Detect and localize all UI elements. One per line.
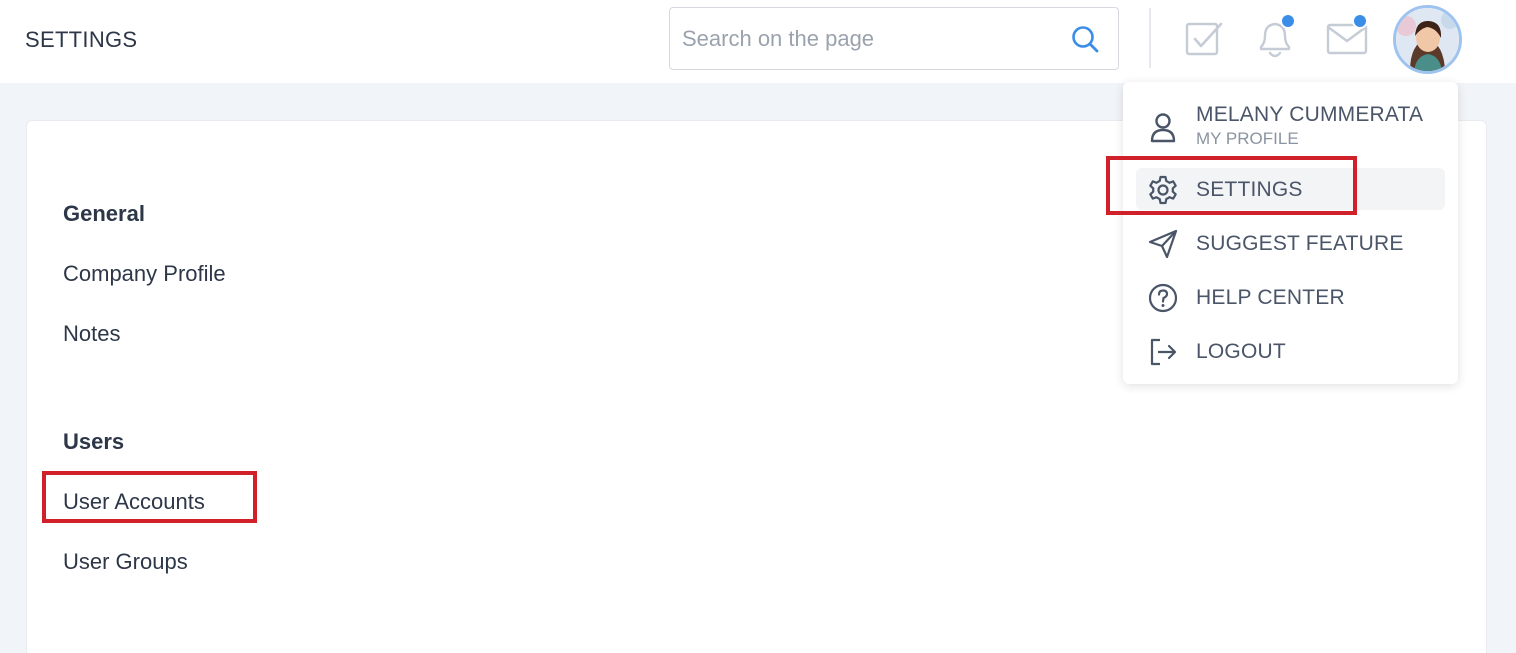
header-divider — [1149, 8, 1151, 68]
bell-notification-dot — [1280, 13, 1296, 29]
send-icon — [1148, 229, 1178, 259]
section-title-users: Users — [63, 429, 125, 454]
profile-menu-item-help-center[interactable]: HELP CENTER — [1123, 276, 1458, 320]
profile-dropdown-menu: MELANY CUMMERATA MY PROFILE SETTINGS SUG… — [1123, 82, 1458, 384]
user-icon — [1150, 113, 1176, 143]
search-box[interactable] — [669, 7, 1119, 70]
avatar-image — [1396, 8, 1459, 71]
nav-link-user-groups[interactable]: User Groups — [63, 549, 188, 575]
section-title-general: General — [63, 201, 145, 226]
avatar[interactable] — [1393, 5, 1462, 74]
suggest-feature-menu-label: SUGGEST FEATURE — [1196, 232, 1404, 255]
profile-menu-item-logout[interactable]: LOGOUT — [1123, 330, 1458, 374]
profile-menu-item-suggest-feature[interactable]: SUGGEST FEATURE — [1123, 222, 1458, 266]
tasks-icon[interactable] — [1184, 19, 1224, 59]
profile-menu-item-my-profile[interactable]: MELANY CUMMERATA MY PROFILE — [1123, 100, 1458, 156]
help-icon — [1148, 283, 1178, 313]
nav-link-notes[interactable]: Notes — [63, 321, 120, 347]
search-input[interactable] — [682, 22, 1052, 56]
nav-link-company-profile[interactable]: Company Profile — [63, 261, 226, 287]
highlight-user-accounts — [42, 471, 257, 523]
profile-user-sub: MY PROFILE — [1196, 129, 1299, 148]
profile-user-name: MELANY CUMMERATA — [1196, 103, 1424, 126]
search-icon[interactable] — [1070, 24, 1100, 54]
help-center-menu-label: HELP CENTER — [1196, 286, 1345, 309]
logout-menu-label: LOGOUT — [1196, 340, 1286, 363]
mail-notification-dot — [1352, 13, 1368, 29]
logout-icon — [1150, 338, 1177, 366]
highlight-settings-menu-item — [1106, 156, 1357, 215]
top-header: SETTINGS — [0, 0, 1516, 83]
page-title: SETTINGS — [25, 27, 138, 52]
